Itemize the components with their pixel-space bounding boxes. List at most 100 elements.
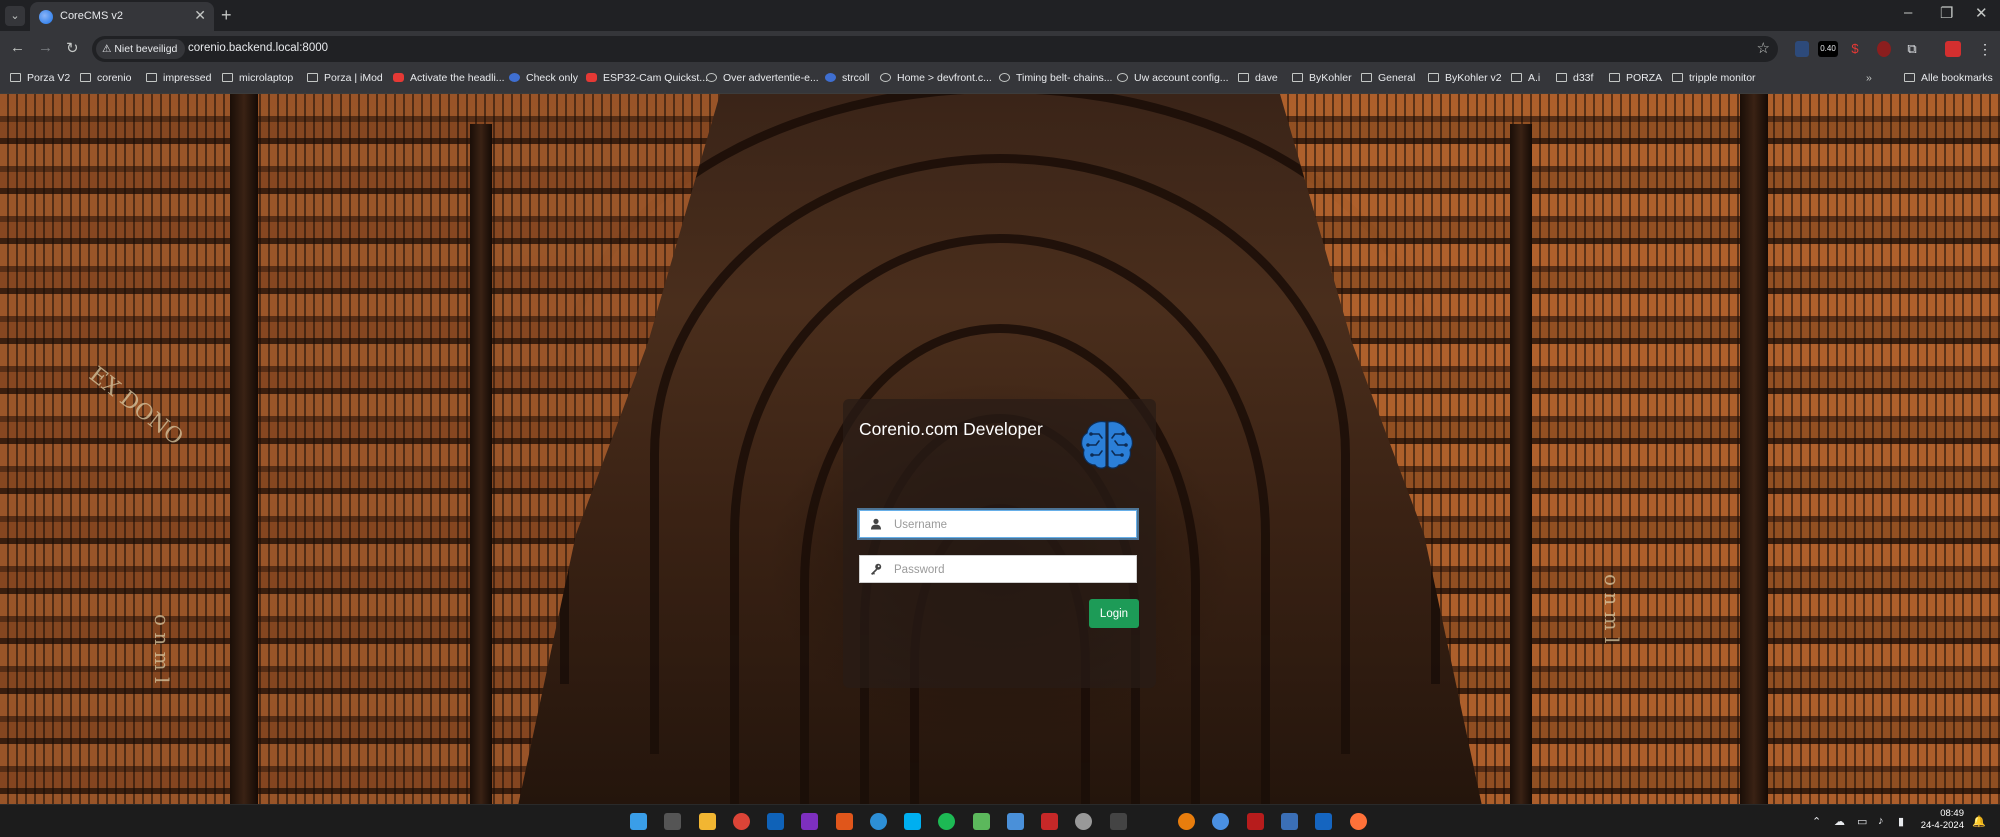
- firefox-icon[interactable]: [1350, 813, 1367, 830]
- site-icon: [999, 73, 1010, 82]
- folder-icon: [1361, 73, 1372, 82]
- bookmark-item[interactable]: corenio: [80, 72, 131, 84]
- bookmark-item[interactable]: Over advertentie-e...: [706, 72, 819, 84]
- ublock-icon[interactable]: [1877, 41, 1891, 57]
- tab-strip: ⌄ CoreCMS v2 ✕ + – ❐ ✕: [0, 0, 2000, 31]
- battery-icon[interactable]: ▮: [1898, 815, 1904, 828]
- bookmark-item[interactable]: Home > devfront.c...: [880, 72, 992, 84]
- minimize-button[interactable]: –: [1904, 4, 1912, 21]
- extension-3-icon[interactable]: $: [1848, 41, 1862, 57]
- bookmark-item[interactable]: Porza | iMod: [307, 72, 383, 84]
- chrome-icon[interactable]: [733, 813, 750, 830]
- outlook-icon[interactable]: [767, 813, 784, 830]
- google-icon: [706, 73, 717, 82]
- password-input[interactable]: [892, 559, 1134, 581]
- app-star-icon[interactable]: [1212, 813, 1229, 830]
- folder-icon: [1292, 73, 1303, 82]
- bookmark-item[interactable]: microlaptop: [222, 72, 293, 84]
- file-explorer-icon[interactable]: [699, 813, 716, 830]
- browser-toolbar: ← → ↻ ⚠ Niet beveiligd corenio.backend.l…: [0, 31, 2000, 67]
- skype-icon[interactable]: [904, 813, 921, 830]
- profile-avatar[interactable]: [1945, 41, 1961, 57]
- folder-icon: [1672, 73, 1683, 82]
- bookmark-item[interactable]: Activate the headli...: [393, 72, 505, 84]
- bookmark-item[interactable]: dave: [1238, 72, 1278, 84]
- login-page: EX DONO o n m l o n m l Corenio.com Deve…: [0, 94, 2000, 804]
- extension-badge: 0.40: [1820, 44, 1836, 53]
- bookmark-item[interactable]: d33f: [1556, 72, 1593, 84]
- volume-icon[interactable]: ♪: [1878, 815, 1884, 827]
- tab-title: CoreCMS v2: [60, 10, 123, 22]
- folder-icon: [146, 73, 157, 82]
- phpstorm-icon[interactable]: [801, 813, 818, 830]
- bookmark-item[interactable]: Uw account config...: [1117, 72, 1229, 84]
- bookmark-item[interactable]: PORZA: [1609, 72, 1662, 84]
- login-button[interactable]: Login: [1089, 599, 1139, 628]
- folder-icon: [1238, 73, 1249, 82]
- brand-title: Corenio.com Developer: [859, 419, 1043, 439]
- warning-icon: ⚠: [102, 43, 112, 55]
- globe-icon: [509, 73, 520, 82]
- folder-icon: [1609, 73, 1620, 82]
- app-gray-icon[interactable]: [1110, 813, 1127, 830]
- username-input[interactable]: [892, 514, 1134, 536]
- address-bar[interactable]: ⚠ Niet beveiligd corenio.backend.local:8…: [92, 36, 1778, 62]
- site-icon: [880, 73, 891, 82]
- blender-icon[interactable]: [1178, 813, 1195, 830]
- start-button-icon[interactable]: [630, 813, 647, 830]
- spotify-icon[interactable]: [938, 813, 955, 830]
- app-orange-icon[interactable]: [836, 813, 853, 830]
- app-circle-icon[interactable]: [1075, 813, 1092, 830]
- notepad-icon[interactable]: [1007, 813, 1024, 830]
- extension-2-icon[interactable]: 0.40: [1818, 41, 1838, 57]
- task-view-icon[interactable]: [664, 813, 681, 830]
- folder-icon: [222, 73, 233, 82]
- taskbar-clock[interactable]: 08:49 24-4-2024: [1921, 808, 1964, 832]
- password-field[interactable]: [859, 555, 1137, 583]
- bookmark-item[interactable]: strcoll: [825, 72, 869, 84]
- tab-search-button[interactable]: ⌄: [5, 6, 25, 26]
- restore-button[interactable]: ❐: [1940, 4, 1953, 22]
- all-bookmarks-button[interactable]: Alle bookmarks: [1904, 72, 1993, 84]
- bookmark-item[interactable]: Timing belt- chains...: [999, 72, 1112, 84]
- tab-close-icon[interactable]: ✕: [194, 7, 206, 24]
- bookmark-item[interactable]: ByKohler v2: [1428, 72, 1502, 84]
- bookmark-item[interactable]: A.i: [1511, 72, 1540, 84]
- php-icon: [825, 73, 836, 82]
- bookmark-item[interactable]: tripple monitor: [1672, 72, 1756, 84]
- bookmark-item[interactable]: Porza V2: [10, 72, 70, 84]
- username-field[interactable]: [859, 510, 1137, 538]
- filezilla-icon[interactable]: [1247, 813, 1264, 830]
- bookmark-item[interactable]: General: [1361, 72, 1415, 84]
- app-blue-icon[interactable]: [870, 813, 887, 830]
- app-wave-icon[interactable]: [1315, 813, 1332, 830]
- bookmark-item[interactable]: Check only: [509, 72, 578, 84]
- folder-icon: [1511, 73, 1522, 82]
- notification-bell-icon[interactable]: 🔔: [1972, 815, 1986, 828]
- display-icon[interactable]: ▭: [1857, 815, 1867, 828]
- notepad-plus-icon[interactable]: [973, 813, 990, 830]
- new-tab-button[interactable]: +: [221, 5, 232, 26]
- inscription-left-letters: o n m l: [150, 614, 174, 684]
- reload-button[interactable]: ↻: [66, 39, 79, 57]
- security-chip[interactable]: ⚠ Niet beveiligd: [96, 39, 186, 59]
- extensions-puzzle-icon[interactable]: ⧉: [1905, 41, 1919, 57]
- bookmark-item[interactable]: ESP32-Cam Quickst...: [586, 72, 708, 84]
- url-text[interactable]: corenio.backend.local:8000: [188, 42, 328, 54]
- bookmark-item[interactable]: ByKohler: [1292, 72, 1352, 84]
- onedrive-icon[interactable]: ☁: [1834, 815, 1845, 828]
- chrome-menu-icon[interactable]: ⋮: [1978, 41, 1992, 57]
- extension-1-icon[interactable]: [1795, 41, 1809, 57]
- app-red-icon[interactable]: [1041, 813, 1058, 830]
- tab-active[interactable]: CoreCMS v2 ✕: [30, 2, 214, 31]
- network-app-icon[interactable]: [1281, 813, 1298, 830]
- bookmarks-overflow-button[interactable]: »: [1866, 72, 1872, 84]
- forward-button[interactable]: →: [38, 39, 53, 56]
- bookmark-item[interactable]: impressed: [146, 72, 211, 84]
- bookmarks-bar: Porza V2 corenio impressed microlaptop P…: [0, 67, 2000, 94]
- close-window-button[interactable]: ✕: [1975, 4, 1988, 22]
- back-button[interactable]: ←: [10, 39, 25, 56]
- tray-overflow-icon[interactable]: ⌃: [1812, 815, 1821, 828]
- clock-date: 24-4-2024: [1920, 820, 1964, 831]
- bookmark-star-icon[interactable]: ☆: [1757, 39, 1770, 57]
